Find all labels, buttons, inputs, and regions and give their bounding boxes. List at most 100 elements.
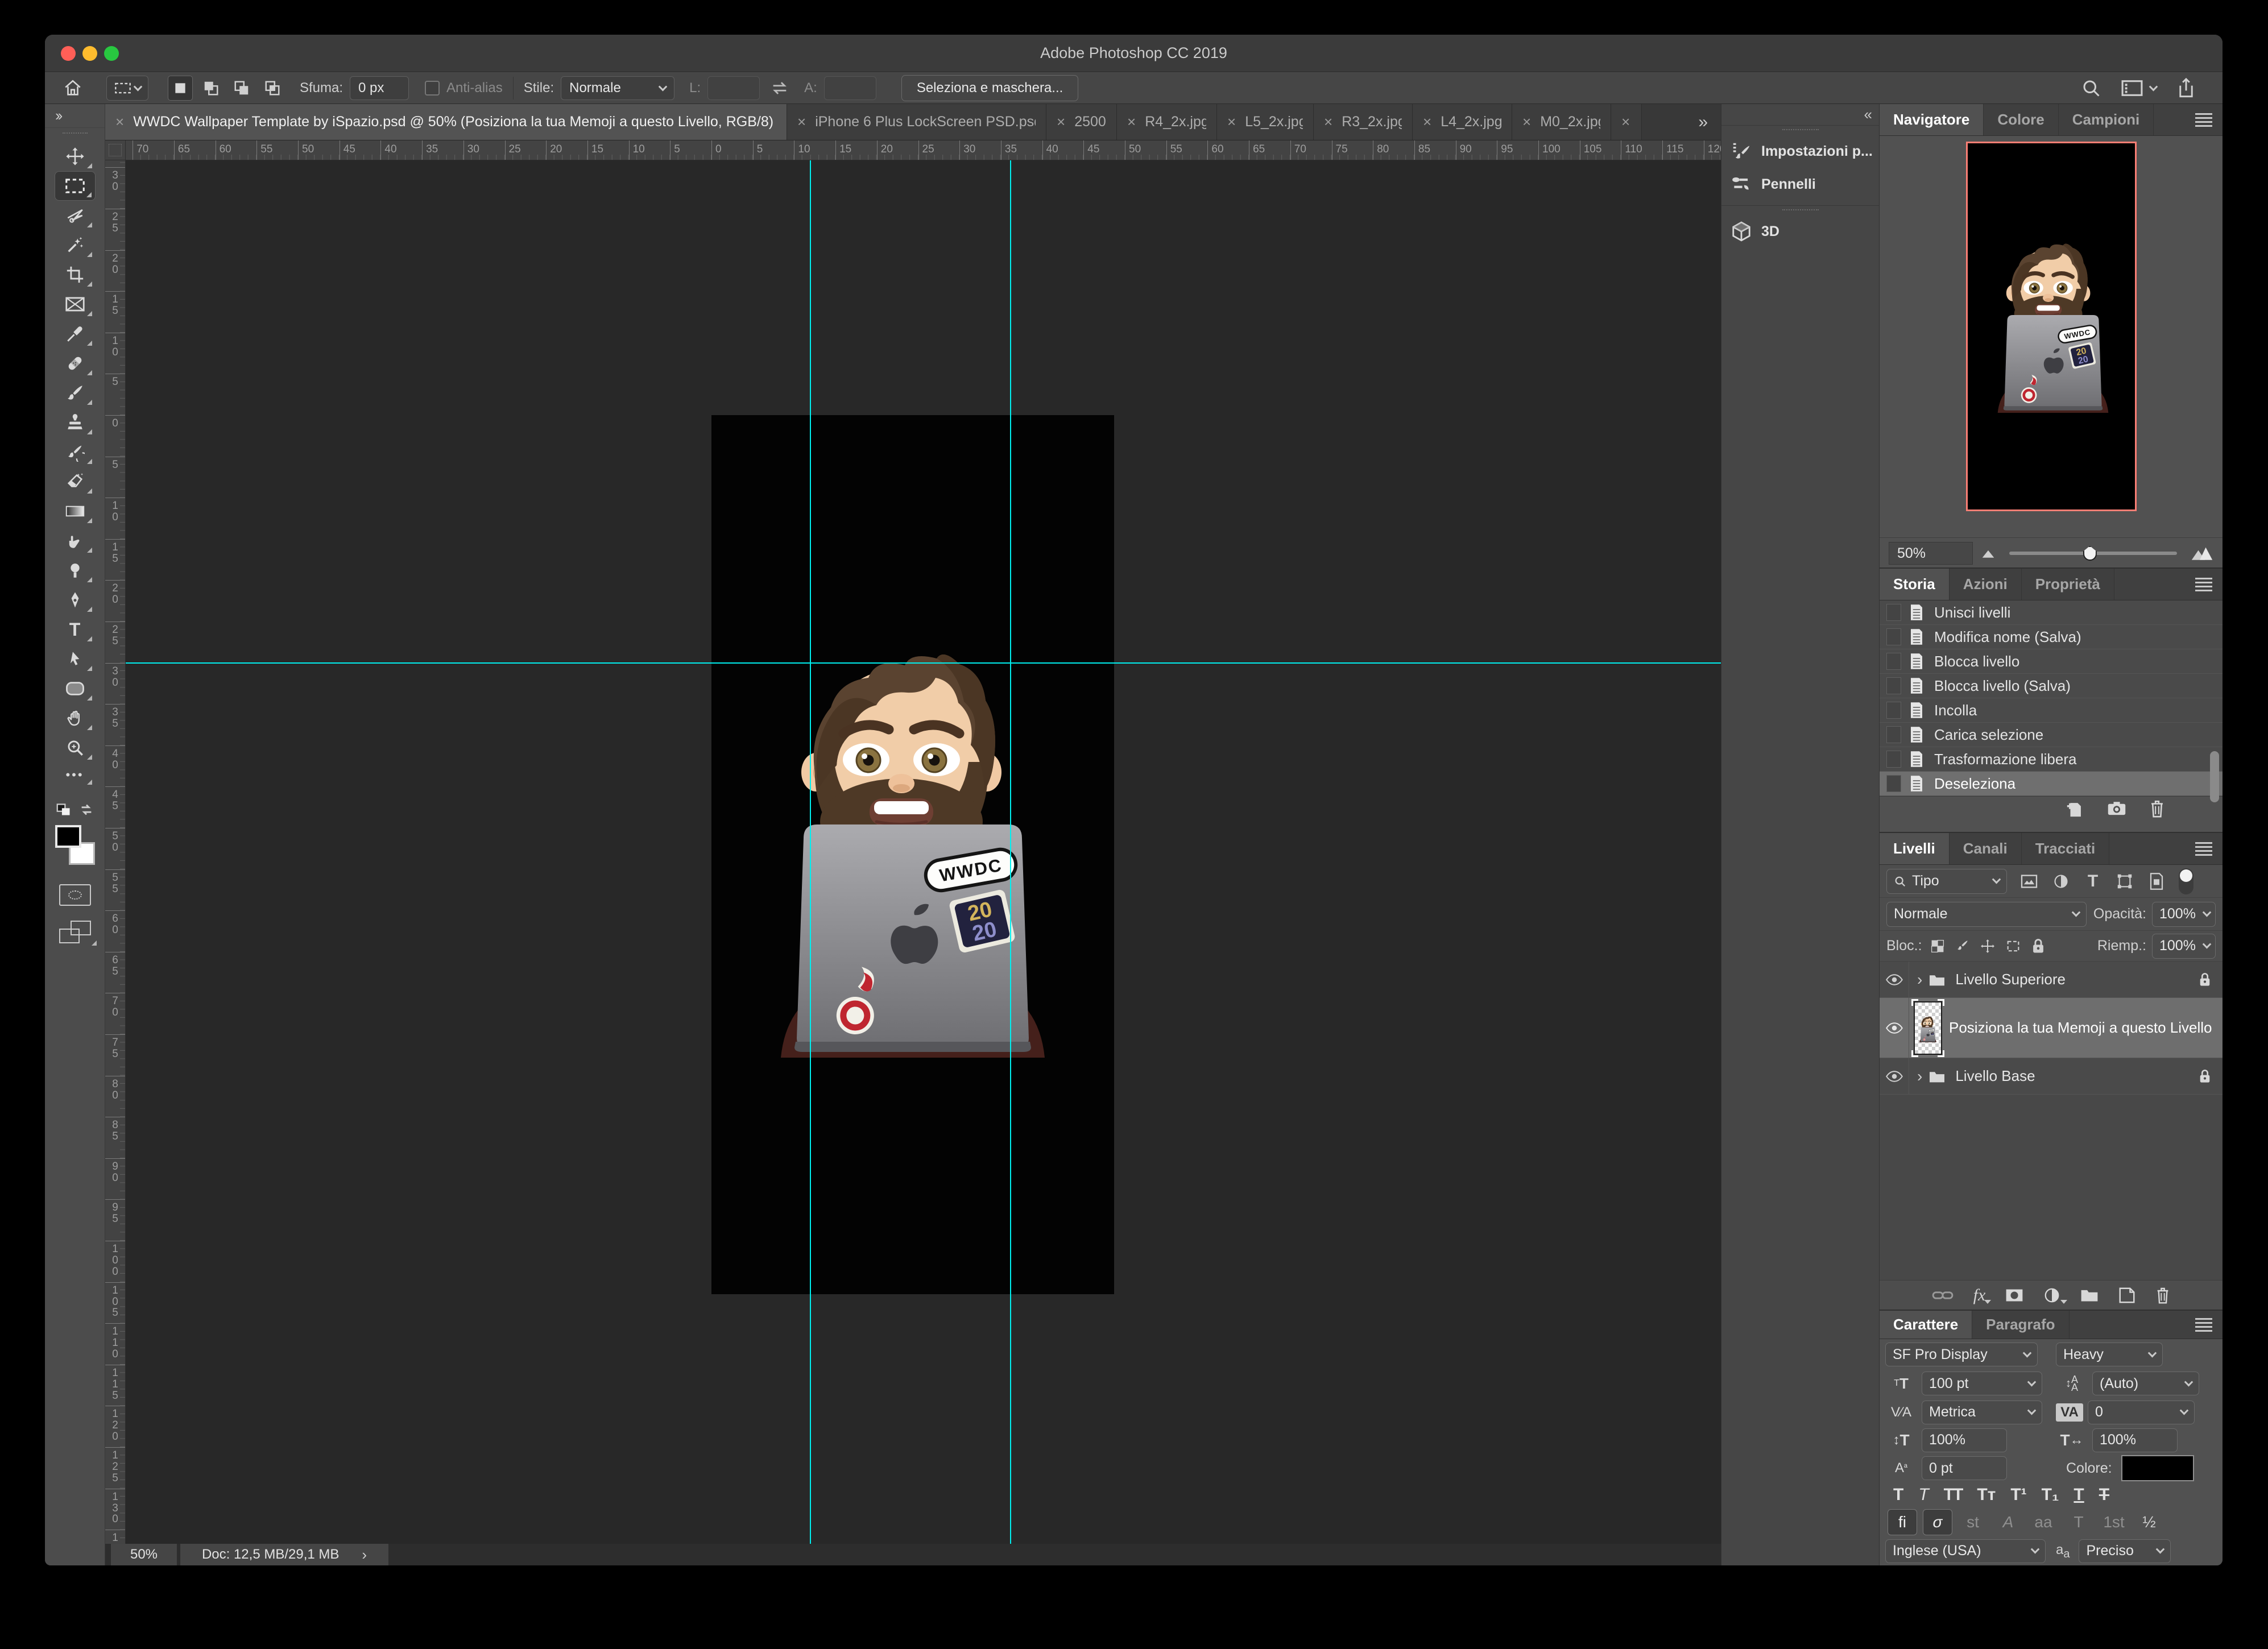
lasso-tool[interactable] <box>55 201 96 230</box>
link-layers-icon[interactable] <box>1931 1288 1954 1303</box>
quick-mask-button[interactable] <box>59 884 91 906</box>
quick-selection-tool[interactable] <box>55 230 96 260</box>
smudge-tool[interactable] <box>55 526 96 556</box>
blend-mode-select[interactable]: Normale <box>1886 902 2087 927</box>
add-layer-mask-icon[interactable] <box>2005 1287 2024 1303</box>
screen-mode-button[interactable] <box>59 921 91 943</box>
baseline-shift-input[interactable]: 0 pt <box>1922 1456 2007 1480</box>
toolbar-grip[interactable] <box>63 132 88 136</box>
share-icon[interactable] <box>2176 77 2196 99</box>
panel-menu-icon[interactable] <box>2195 111 2212 129</box>
layer-filter-select[interactable]: Tipo <box>1886 869 2007 894</box>
history-source-checkbox[interactable] <box>1886 604 1901 621</box>
font-size-select[interactable]: 100 pt <box>1922 1372 2042 1395</box>
history-item-selected[interactable]: Deseleziona <box>1880 772 2223 796</box>
close-tab-icon[interactable]: × <box>1522 113 1531 131</box>
fill-input[interactable]: 100% <box>2152 934 2216 959</box>
history-source-checkbox[interactable] <box>1886 653 1901 670</box>
guide-vertical-left[interactable] <box>810 160 811 1544</box>
tab-paragrafo[interactable]: Paragrafo <box>1972 1311 2069 1339</box>
new-group-folder-icon[interactable] <box>2080 1287 2099 1303</box>
faux-bold-button[interactable]: T <box>1893 1485 1903 1505</box>
tab-carattere[interactable]: Carattere <box>1880 1311 1972 1339</box>
superscript-button[interactable]: T¹ <box>2010 1485 2026 1505</box>
fractions-button[interactable]: ½ <box>2134 1509 2164 1535</box>
new-snapshot-camera-icon[interactable] <box>2106 800 2127 817</box>
dock-collapse-chevron[interactable]: « <box>1721 104 1879 126</box>
zoom-window-button[interactable] <box>104 46 119 61</box>
ordinals-button[interactable]: 1st <box>2099 1509 2129 1535</box>
guide-vertical-right[interactable] <box>1010 160 1011 1544</box>
vertical-ruler[interactable]: 3 02 52 01 51 05051 01 52 02 53 03 54 04… <box>105 160 126 1544</box>
close-tab-icon[interactable]: × <box>1621 113 1630 131</box>
tab-canali[interactable]: Canali <box>1950 833 2022 864</box>
text-color-swatch[interactable] <box>2121 1455 2194 1481</box>
dock-grip[interactable] <box>1782 209 1819 214</box>
doc-tab-m0[interactable]: ×M0_2x.jpg <box>1512 104 1611 140</box>
layer-row-base[interactable]: › Livello Base <box>1880 1058 2223 1095</box>
edit-toolbar-ellipsis[interactable]: ••• <box>55 763 96 788</box>
close-window-button[interactable] <box>61 46 76 61</box>
default-swap-colors[interactable] <box>56 802 94 817</box>
home-icon[interactable] <box>63 76 82 101</box>
rectangular-marquee-tool[interactable] <box>55 171 96 201</box>
shape-tool[interactable] <box>55 674 96 703</box>
group-twisty-icon[interactable]: › <box>1917 1067 1922 1085</box>
minimize-window-button[interactable] <box>82 46 97 61</box>
history-item[interactable]: Blocca livello (Salva) <box>1880 674 2223 698</box>
leading-select[interactable]: (Auto) <box>2092 1372 2199 1395</box>
filter-type-layers-icon[interactable]: T <box>2083 872 2103 891</box>
subtract-selection-button[interactable] <box>229 76 254 101</box>
navigator-zoom-slider[interactable] <box>2009 552 2177 555</box>
stylistic-alternates-button[interactable]: aa <box>2029 1509 2058 1535</box>
width-input[interactable] <box>707 76 760 100</box>
history-item[interactable]: Incolla <box>1880 698 2223 723</box>
doc-tab-l4[interactable]: ×L4_2x.jpg <box>1413 104 1512 140</box>
gradient-tool[interactable] <box>55 496 96 526</box>
tracking-select[interactable]: 0 <box>2088 1401 2195 1424</box>
small-caps-button[interactable]: Tᴛ <box>1977 1485 1996 1505</box>
clone-stamp-tool[interactable] <box>55 408 96 437</box>
ligatures-button[interactable]: fi <box>1888 1509 1917 1535</box>
layer-row-memoji[interactable]: Posiziona la tua Memoji a questo Livello <box>1880 998 2223 1058</box>
close-tab-icon[interactable]: × <box>115 113 124 131</box>
doc-tab-r4[interactable]: ×R4_2x.jpg <box>1117 104 1217 140</box>
lock-pixels-icon[interactable] <box>1955 939 1970 954</box>
titling-alternates-button[interactable]: T <box>2064 1509 2093 1535</box>
history-item[interactable]: Trasformazione libera <box>1880 747 2223 772</box>
history-item[interactable]: Unisci livelli <box>1880 600 2223 625</box>
tab-tracciati[interactable]: Tracciati <box>2022 833 2110 864</box>
search-icon[interactable] <box>2081 78 2101 98</box>
new-adjustment-layer-icon[interactable] <box>2043 1287 2060 1304</box>
crop-tool[interactable] <box>55 260 96 289</box>
navigator-zoom-input[interactable]: 50% <box>1889 542 1973 565</box>
tab-proprieta[interactable]: Proprietà <box>2022 569 2114 600</box>
doc-tab-hidden[interactable]: × <box>1611 104 1642 140</box>
status-zoom-input[interactable]: 50% <box>111 1544 177 1565</box>
antialias-checkbox[interactable] <box>425 81 440 96</box>
faux-italic-button[interactable]: T <box>1918 1485 1928 1505</box>
dock-item-brush-settings[interactable]: Impostazioni p... <box>1721 135 1879 168</box>
lock-artboard-icon[interactable] <box>2005 939 2021 954</box>
close-tab-icon[interactable]: × <box>1127 113 1136 131</box>
layer-style-fx-icon[interactable]: fx <box>1973 1286 1986 1305</box>
close-tab-icon[interactable]: × <box>1227 113 1236 131</box>
kerning-select[interactable]: Metrica <box>1922 1401 2042 1424</box>
workspace-switcher[interactable] <box>2121 79 2157 97</box>
intersect-selection-button[interactable] <box>260 76 285 101</box>
close-tab-icon[interactable]: × <box>1423 113 1431 131</box>
delete-trash-icon[interactable] <box>2149 799 2166 818</box>
height-input[interactable] <box>824 76 876 100</box>
new-selection-button[interactable] <box>168 76 193 101</box>
tab-storia[interactable]: Storia <box>1880 569 1950 600</box>
tool-preset-button[interactable] <box>106 76 148 101</box>
guide-horizontal[interactable] <box>126 662 1721 664</box>
history-brush-tool[interactable] <box>55 437 96 467</box>
frame-tool[interactable] <box>55 289 96 319</box>
layer-thumbnail[interactable] <box>1915 1002 1941 1054</box>
delete-layer-trash-icon[interactable] <box>2155 1286 2171 1304</box>
add-selection-button[interactable] <box>198 76 224 101</box>
font-weight-select[interactable]: Heavy <box>2056 1343 2163 1366</box>
strikethrough-button[interactable]: T <box>2099 1485 2109 1505</box>
zoom-in-mountains-icon[interactable] <box>2191 546 2213 561</box>
